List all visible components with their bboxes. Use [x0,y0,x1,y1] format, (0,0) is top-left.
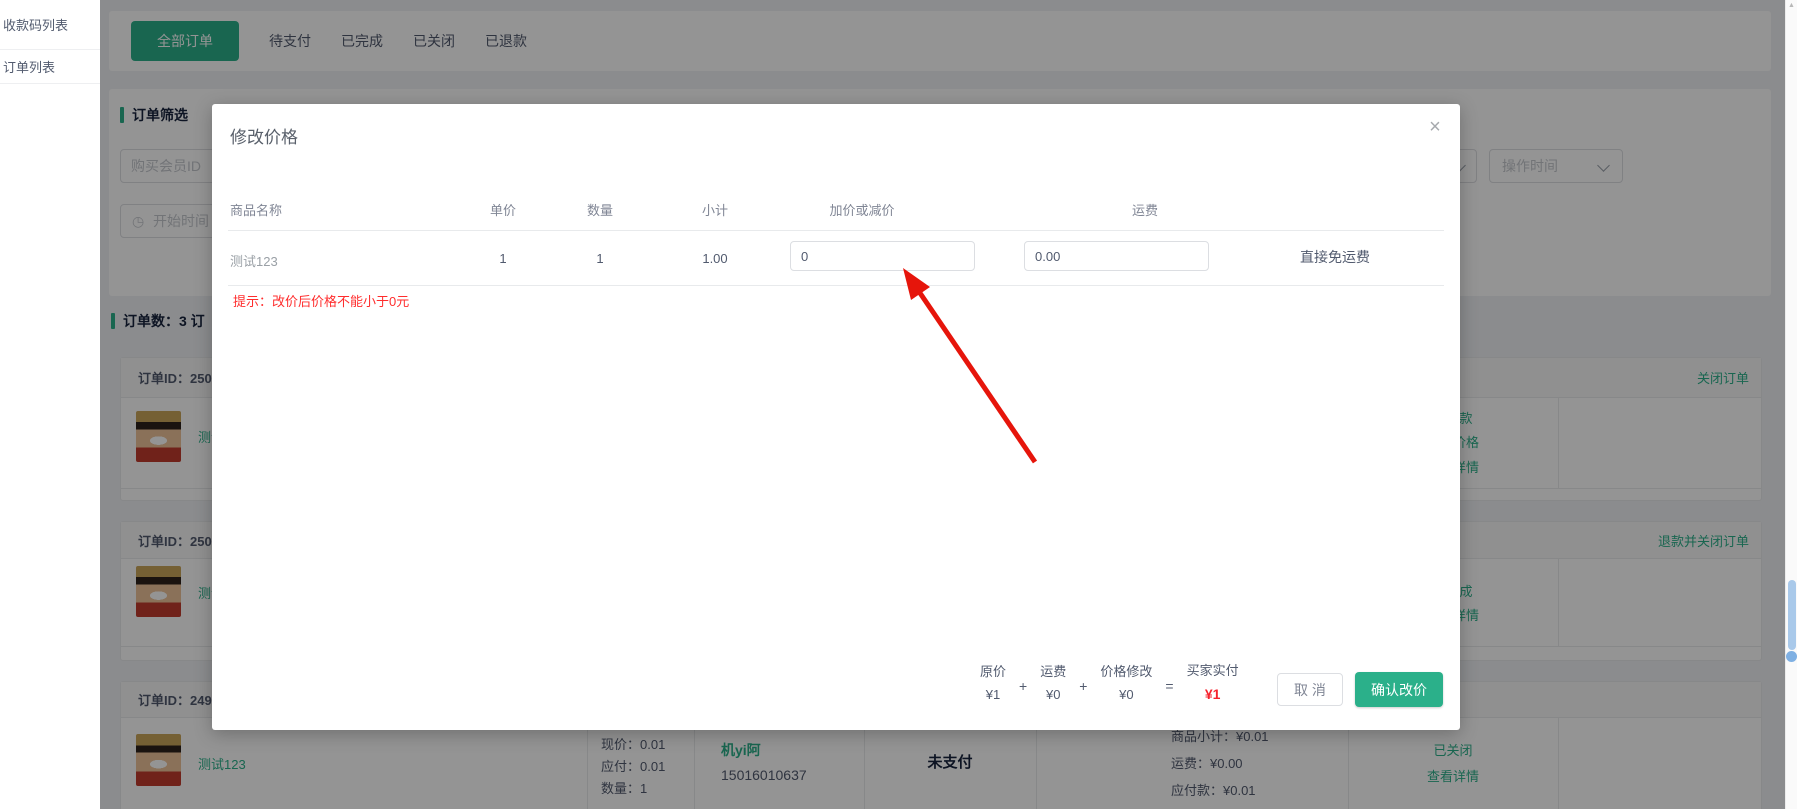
col-header-product: 商品名称 [230,203,283,218]
plus-sign: + [1019,678,1028,694]
summary-shipping: 运费 ¥0 [1040,661,1066,702]
summary-label: 运费 [1040,663,1067,679]
col-header-unit-price: 单价 [489,203,517,218]
plus-sign: + [1079,678,1088,694]
shipping-fee-input[interactable] [1024,241,1209,271]
price-hint: 提示：改价后价格不能小于0元 [233,294,410,309]
summary-label: 原价 [980,663,1007,679]
summary-value: ¥0 [1119,686,1134,702]
sidebar: 收款码列表 订单列表 [0,0,101,809]
summary-modify: 价格修改 ¥0 [1100,661,1152,702]
row-qty: 1 [596,251,604,266]
sidebar-item-payment-codes[interactable]: 收款码列表 [0,0,100,50]
scrollbar[interactable]: ▲ [1785,0,1797,809]
col-header-adjust: 加价或减价 [829,203,895,218]
col-header-subtotal: 小计 [701,203,729,218]
close-icon[interactable]: × [1422,114,1448,140]
table-row-divider [228,285,1444,286]
scrollbar-knob[interactable] [1786,651,1797,662]
sidebar-item-label: 订单列表 [3,60,56,75]
col-header-shipping: 运费 [1131,203,1159,218]
scrollbar-up-arrow[interactable]: ▲ [1786,2,1797,9]
row-product-name: 测试123 [230,254,278,269]
summary-value: ¥0 [1045,686,1061,702]
shipping-note: 直接免运费 [1300,249,1370,265]
screen: 收款码列表 订单列表 全部订单 待支付 已完成 已关闭 已退款 订单筛选 购买会… [0,0,1797,809]
modify-price-modal: 修改价格 × 商品名称 单价 数量 小计 加价或减价 运费 测试123 1 1 … [212,104,1460,730]
summary-label: 价格修改 [1100,663,1153,679]
col-header-qty: 数量 [586,203,614,218]
price-adjust-input[interactable] [790,241,975,271]
modal-title: 修改价格 [230,128,298,147]
row-unit-price: 1 [499,251,507,266]
sidebar-item-label: 收款码列表 [3,18,69,33]
cancel-button[interactable]: 取 消 [1277,673,1343,706]
confirm-price-button[interactable]: 确认改价 [1355,672,1443,707]
price-summary: 原价 ¥1 + 运费 ¥0 + 价格修改 ¥0 = 买家实付 ¥1 [980,660,1239,702]
sidebar-item-order-list[interactable]: 订单列表 [0,50,100,84]
row-subtotal: 1.00 [702,251,728,266]
summary-final-value: ¥1 [1204,686,1221,702]
summary-final: 买家实付 ¥1 [1187,660,1239,702]
summary-label: 买家实付 [1186,663,1239,678]
table-header-divider [228,230,1444,231]
summary-value: ¥1 [985,686,1001,702]
equals-sign: = [1165,678,1174,694]
scrollbar-thumb[interactable] [1787,580,1796,650]
summary-original: 原价 ¥1 [980,661,1006,702]
